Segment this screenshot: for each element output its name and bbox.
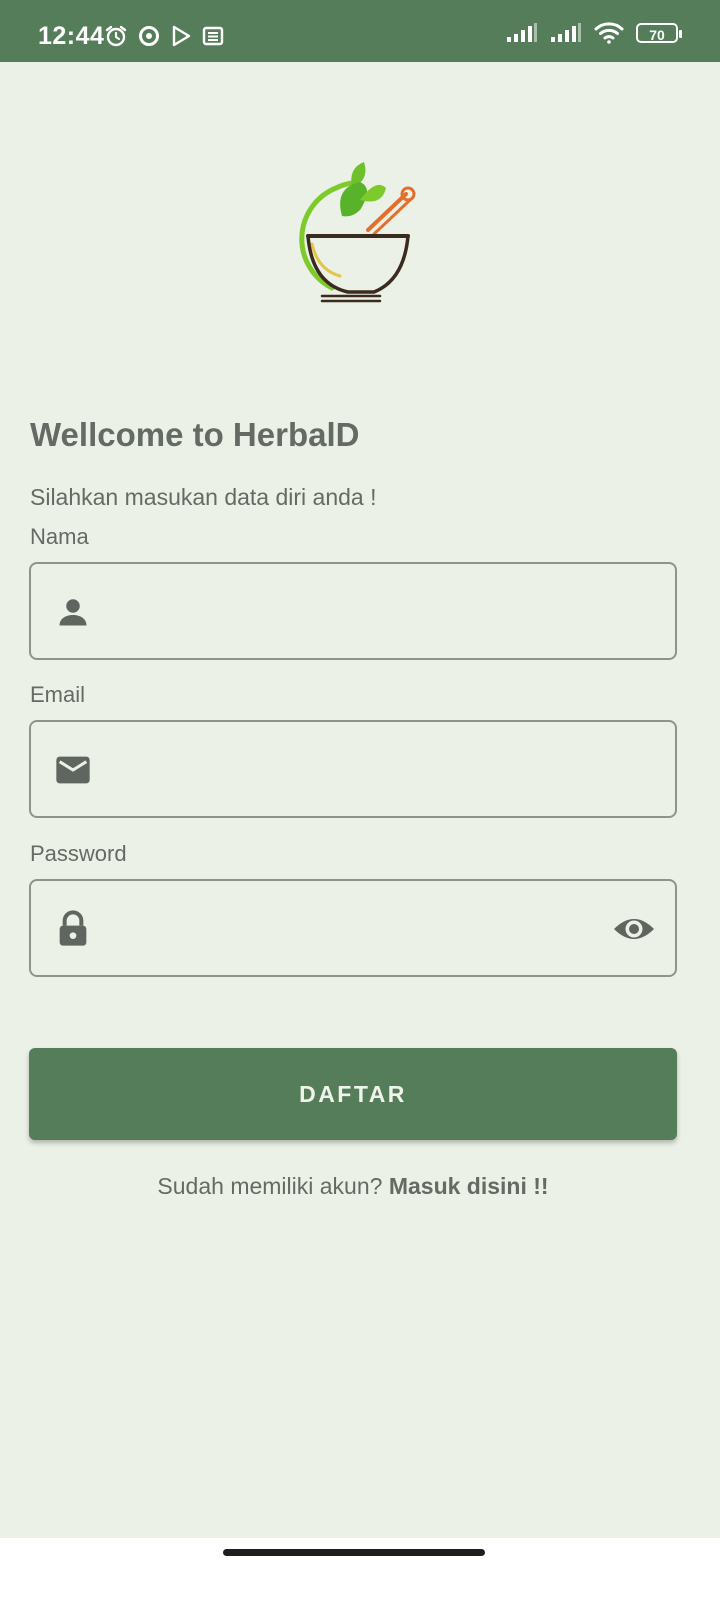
status-right-icons: 70 bbox=[506, 22, 682, 44]
battery-level: 70 bbox=[649, 27, 665, 43]
mortar-pestle-leaf-logo bbox=[299, 162, 416, 303]
login-link[interactable]: Masuk disini !! bbox=[389, 1173, 549, 1199]
login-prompt-text: Sudah memiliki akun? bbox=[157, 1173, 389, 1199]
news-icon bbox=[202, 26, 224, 46]
battery-icon: 70 bbox=[636, 23, 682, 43]
status-time: 12:44 bbox=[38, 22, 105, 50]
password-label: Password bbox=[30, 841, 127, 866]
page-subtitle: Silahkan masukan data diri anda ! bbox=[30, 484, 377, 510]
navigation-bar bbox=[0, 1538, 720, 1600]
email-label: Email bbox=[30, 682, 86, 707]
login-prompt: Sudah memiliki akun? Masuk disini !! bbox=[0, 1173, 706, 1200]
alarm-icon bbox=[105, 25, 127, 47]
name-input[interactable] bbox=[131, 564, 605, 660]
password-input[interactable] bbox=[131, 881, 605, 977]
eye-icon[interactable] bbox=[613, 913, 655, 945]
signal-icon bbox=[551, 23, 581, 42]
password-field[interactable] bbox=[29, 879, 677, 977]
status-left-icons bbox=[104, 24, 224, 48]
person-icon bbox=[59, 599, 87, 626]
wifi-icon bbox=[594, 22, 624, 44]
register-button[interactable]: DAFTAR bbox=[29, 1048, 677, 1140]
email-input[interactable] bbox=[131, 722, 605, 818]
name-field[interactable] bbox=[29, 562, 677, 660]
signal-icon bbox=[507, 23, 537, 42]
lock-icon bbox=[59, 910, 87, 946]
play-store-icon bbox=[172, 25, 191, 47]
record-icon bbox=[139, 26, 159, 46]
status-bar: 12:44 70 bbox=[0, 0, 720, 62]
email-field[interactable] bbox=[29, 720, 677, 818]
home-indicator[interactable] bbox=[223, 1549, 485, 1556]
name-label: Nama bbox=[30, 524, 89, 549]
page-title: Wellcome to HerbalD bbox=[30, 416, 360, 453]
mail-icon bbox=[56, 756, 90, 784]
